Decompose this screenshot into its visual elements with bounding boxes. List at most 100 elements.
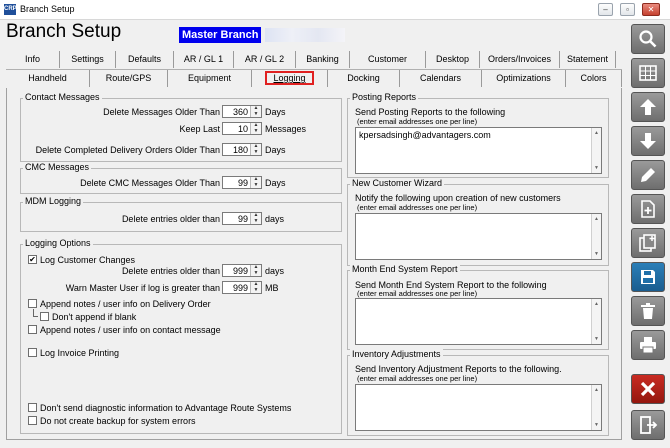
search-button[interactable] — [631, 24, 665, 54]
warn-master-label: Warn Master User if log is greater than — [65, 283, 220, 293]
warn-master-spinner[interactable]: 999 ▲ ▼ — [222, 281, 262, 294]
tab-calendars[interactable]: Calendars — [400, 70, 482, 87]
spinner-arrows-icon[interactable]: ▲ ▼ — [250, 281, 261, 293]
append-contact-label: Append notes / user info on contact mess… — [40, 325, 221, 335]
print-button[interactable] — [631, 330, 665, 360]
append-delivery-checkbox[interactable] — [28, 299, 37, 308]
save-icon — [641, 270, 655, 284]
no-diagnostic-checkbox[interactable] — [28, 403, 37, 412]
action-toolbar — [628, 24, 668, 448]
new-customer-wizard-emails[interactable]: ▲ ▼ — [355, 213, 602, 260]
delete-cmc-spinner[interactable]: 99 ▲ ▼ — [222, 176, 262, 189]
spinner-arrows-icon[interactable]: ▲ ▼ — [250, 143, 261, 155]
move-up-button[interactable] — [631, 92, 665, 122]
no-diagnostic-label: Don't send diagnostic information to Adv… — [40, 403, 292, 413]
dont-append-blank-label: Don't append if blank — [52, 312, 137, 322]
spinner-arrows-icon[interactable]: ▲ ▼ — [250, 212, 261, 224]
window-titlebar: CRP Branch Setup – ▫ ✕ — [0, 0, 670, 20]
dont-append-blank-checkbox[interactable] — [40, 312, 49, 321]
scroll-down-icon[interactable]: ▼ — [592, 420, 601, 430]
tab-label: Customer — [367, 54, 407, 64]
tab-logging[interactable]: Logging — [252, 70, 328, 87]
move-down-button[interactable] — [631, 126, 665, 156]
delete-messages-spinner[interactable]: 360 ▲ ▼ — [222, 105, 262, 118]
search-icon — [639, 30, 657, 48]
grid-view-button[interactable] — [631, 58, 665, 88]
tab-ar-gl-1[interactable]: AR / GL 1 — [174, 51, 234, 68]
tab-statement[interactable]: Statement — [560, 51, 616, 68]
new-button[interactable] — [631, 194, 665, 224]
tab-docking[interactable]: Docking — [328, 70, 400, 87]
no-backup-checkbox[interactable] — [28, 416, 37, 425]
keep-last-spinner[interactable]: 10 ▲ ▼ — [222, 122, 262, 135]
tab-label: Banking — [306, 54, 339, 64]
tab-equipment[interactable]: Equipment — [168, 70, 252, 87]
cancel-button[interactable] — [631, 374, 665, 404]
tab-label: AR / GL 2 — [244, 54, 285, 64]
tab-label: Docking — [347, 73, 380, 83]
inventory-adjustments-emails[interactable]: ▲ ▼ — [355, 384, 602, 431]
tab-desktop[interactable]: Desktop — [426, 51, 480, 68]
log-delete-spinner[interactable]: 999 ▲ ▼ — [222, 264, 262, 277]
spinner-arrows-icon[interactable]: ▲ ▼ — [250, 122, 261, 134]
spinner-arrows-icon[interactable]: ▲ ▼ — [250, 105, 261, 117]
new-customer-wizard-title: New Customer Wizard — [350, 178, 445, 188]
scrollbar[interactable]: ▲ ▼ — [591, 299, 601, 344]
keep-last-label: Keep Last — [179, 124, 220, 134]
delete-completed-label: Delete Completed Delivery Orders Older T… — [35, 145, 220, 155]
branch-name-field[interactable]: Master Branch — [179, 27, 261, 43]
scrollbar[interactable]: ▲ ▼ — [591, 214, 601, 259]
tab-label: Info — [24, 54, 40, 64]
tab-label: Statement — [566, 54, 609, 64]
copy-button[interactable] — [631, 228, 665, 258]
maximize-button[interactable]: ▫ — [620, 3, 635, 16]
tab-route-gps[interactable]: Route/GPS — [90, 70, 168, 87]
page-title: Branch Setup — [6, 21, 122, 42]
delete-completed-spinner[interactable]: 180 ▲ ▼ — [222, 143, 262, 156]
close-window-button[interactable]: ✕ — [642, 3, 660, 16]
exit-button[interactable] — [631, 410, 665, 440]
tab-label: Equipment — [187, 73, 232, 83]
tab-info[interactable]: Info — [6, 51, 60, 68]
logging-options-title: Logging Options — [23, 238, 93, 248]
log-invoice-printing-checkbox[interactable] — [28, 348, 37, 357]
mdm-delete-spinner[interactable]: 99 ▲ ▼ — [222, 212, 262, 225]
tab-banking[interactable]: Banking — [296, 51, 350, 68]
minimize-button[interactable]: – — [598, 3, 613, 16]
scroll-up-icon[interactable]: ▲ — [592, 299, 601, 309]
tab-label: Calendars — [419, 73, 462, 83]
tab-customer[interactable]: Customer — [350, 51, 426, 68]
pencil-icon — [641, 168, 655, 182]
delete-button[interactable] — [631, 296, 665, 326]
tab-settings[interactable]: Settings — [60, 51, 116, 68]
append-contact-checkbox[interactable] — [28, 325, 37, 334]
scroll-up-icon[interactable]: ▲ — [592, 385, 601, 395]
delete-completed-unit: Days — [265, 145, 286, 155]
spinner-arrows-icon[interactable]: ▲ ▼ — [250, 264, 261, 276]
month-end-emails[interactable]: ▲ ▼ — [355, 298, 602, 345]
log-customer-changes-checkbox[interactable]: ✔ — [28, 255, 37, 264]
scrollbar[interactable]: ▲ ▼ — [591, 385, 601, 430]
delete-cmc-unit: Days — [265, 178, 286, 188]
scroll-down-icon[interactable]: ▼ — [592, 334, 601, 344]
tab-defaults[interactable]: Defaults — [116, 51, 174, 68]
posting-reports-emails[interactable]: kpersadsingh@advantagers.com ▲ ▼ — [355, 127, 602, 174]
scroll-down-icon[interactable]: ▼ — [592, 249, 601, 259]
tab-handheld[interactable]: Handheld — [6, 70, 90, 87]
tab-orders-invoices[interactable]: Orders/Invoices — [480, 51, 560, 68]
log-customer-changes-label: Log Customer Changes — [40, 255, 136, 265]
spinner-arrows-icon[interactable]: ▲ ▼ — [250, 176, 261, 188]
tab-label: Desktop — [435, 54, 470, 64]
scroll-up-icon[interactable]: ▲ — [592, 214, 601, 224]
month-end-title: Month End System Report — [350, 264, 460, 274]
tab-optimizations[interactable]: Optimizations — [482, 70, 566, 87]
scroll-up-icon[interactable]: ▲ — [592, 128, 601, 138]
edit-button[interactable] — [631, 160, 665, 190]
tab-ar-gl-2[interactable]: AR / GL 2 — [234, 51, 296, 68]
scrollbar[interactable]: ▲ ▼ — [591, 128, 601, 173]
tab-label: Orders/Invoices — [487, 54, 552, 64]
save-button[interactable] — [631, 262, 665, 292]
close-icon — [640, 381, 656, 397]
tab-colors[interactable]: Colors — [566, 70, 622, 87]
scroll-down-icon[interactable]: ▼ — [592, 163, 601, 173]
